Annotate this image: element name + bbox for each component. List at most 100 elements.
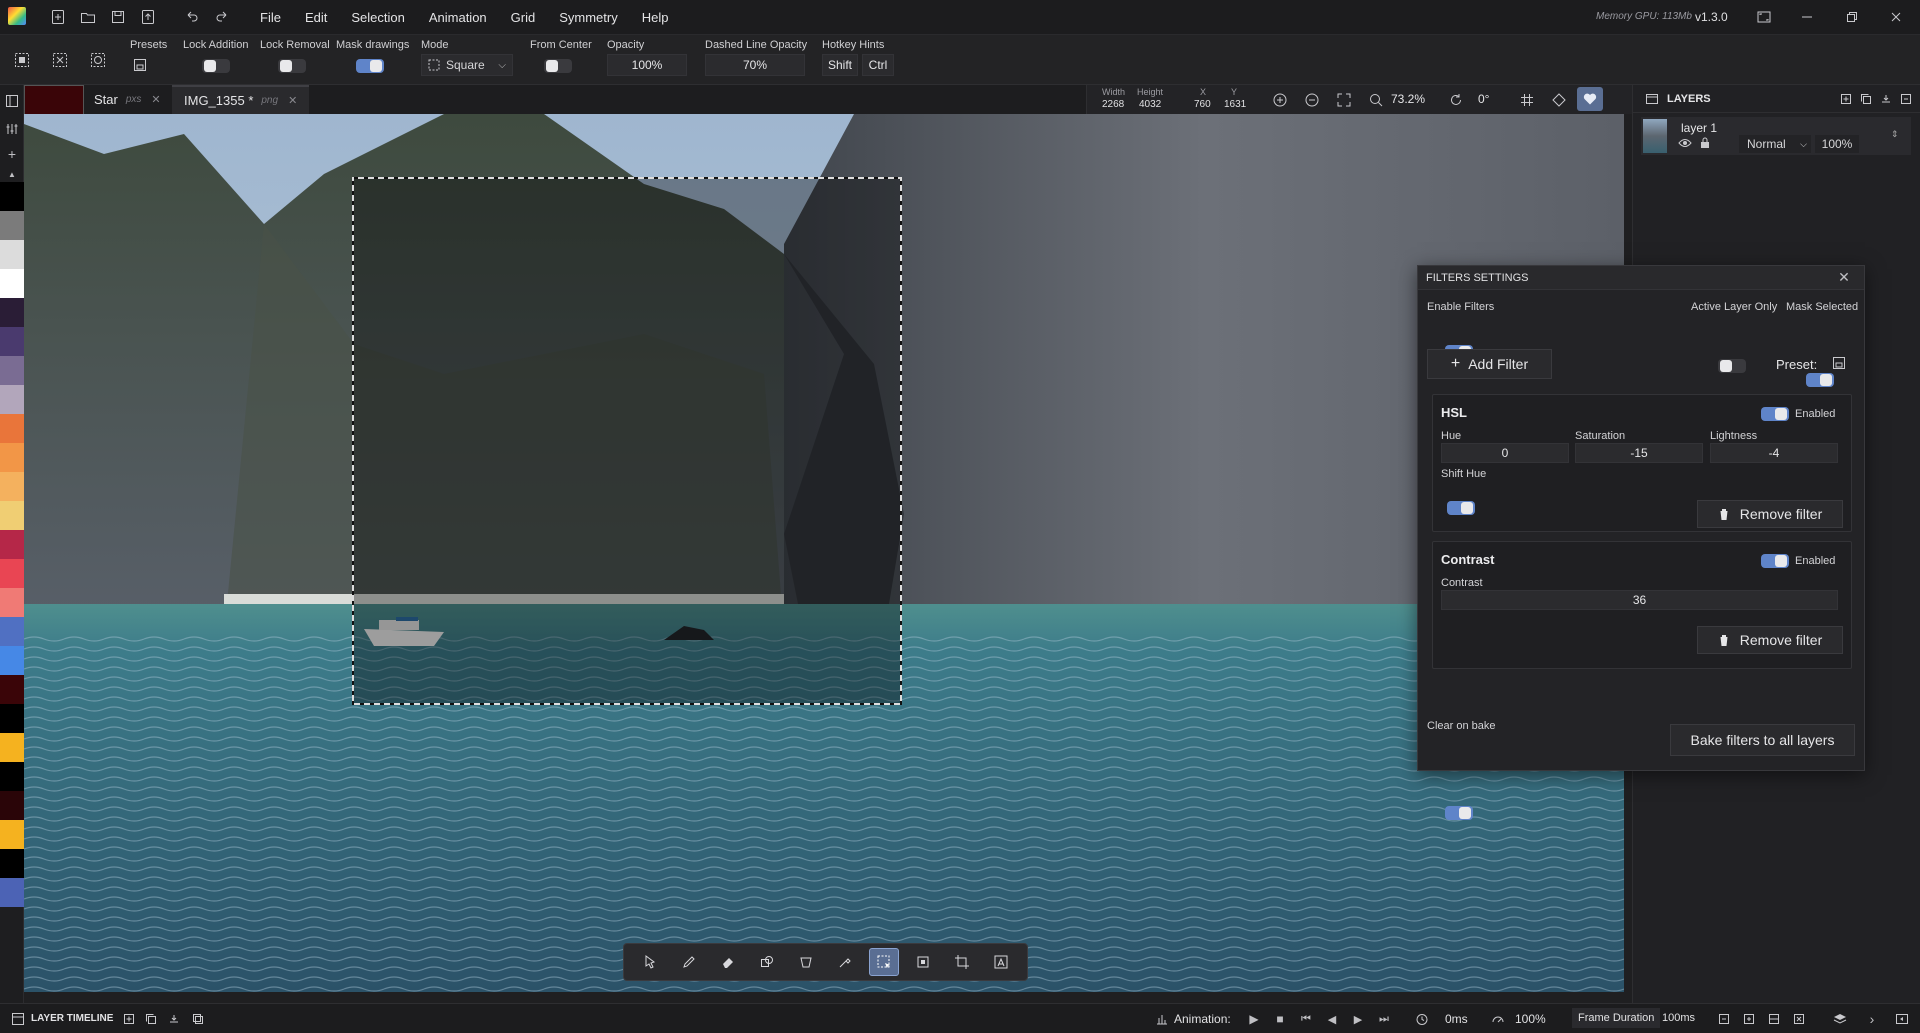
close-tab-icon[interactable]: ✕ bbox=[151, 93, 160, 106]
active-layer-only-toggle[interactable] bbox=[1718, 359, 1746, 373]
rotate-icon[interactable] bbox=[1444, 88, 1468, 112]
color-swatch[interactable] bbox=[0, 472, 24, 501]
dashed-opacity-input[interactable]: 70% bbox=[705, 54, 805, 76]
lightness-input[interactable]: -4 bbox=[1710, 443, 1838, 463]
export-icon[interactable] bbox=[136, 5, 160, 29]
contrast-remove-filter-button[interactable]: Remove filter bbox=[1697, 626, 1843, 654]
fill-bucket-tool-icon[interactable] bbox=[791, 948, 821, 976]
color-swatch[interactable] bbox=[0, 762, 24, 791]
panel-toggle-icon[interactable] bbox=[0, 91, 24, 111]
menu-symmetry[interactable]: Symmetry bbox=[547, 0, 630, 35]
eye-icon[interactable] bbox=[1677, 135, 1693, 151]
magnifier-icon[interactable] bbox=[1364, 88, 1388, 112]
menu-grid[interactable]: Grid bbox=[499, 0, 548, 35]
bake-filters-button[interactable]: Bake filters to all layers bbox=[1670, 724, 1855, 756]
lock-addition-toggle[interactable] bbox=[202, 59, 230, 73]
stop-icon[interactable]: ■ bbox=[1268, 1007, 1292, 1031]
shape-tool-icon[interactable] bbox=[752, 948, 782, 976]
from-center-toggle[interactable] bbox=[544, 59, 572, 73]
opacity-input[interactable]: 100% bbox=[607, 54, 687, 76]
restore-icon[interactable] bbox=[1840, 5, 1864, 29]
color-swatch[interactable] bbox=[0, 501, 24, 530]
clear-on-bake-toggle[interactable] bbox=[1445, 806, 1473, 820]
new-file-icon[interactable] bbox=[46, 5, 70, 29]
symmetry-icon[interactable] bbox=[1547, 88, 1571, 112]
color-swatch[interactable] bbox=[0, 327, 24, 356]
prev-frame-icon[interactable]: ◀ bbox=[1320, 1007, 1344, 1031]
play-icon[interactable]: ▶ bbox=[1242, 1007, 1266, 1031]
deselect-icon[interactable] bbox=[48, 48, 72, 72]
layer-drag-handle-icon[interactable]: ⇕ bbox=[1891, 129, 1899, 140]
duplicate-frame-icon[interactable] bbox=[139, 1007, 163, 1031]
onion-prev-icon[interactable] bbox=[1712, 1007, 1736, 1031]
crop-tool-icon[interactable] bbox=[947, 948, 977, 976]
loop-icon[interactable] bbox=[1762, 1007, 1786, 1031]
preset-save-icon[interactable] bbox=[1829, 353, 1849, 373]
frame-options-icon[interactable] bbox=[186, 1007, 210, 1031]
layers-stack-icon[interactable] bbox=[1828, 1007, 1852, 1031]
zoom-out-icon[interactable] bbox=[1300, 88, 1324, 112]
close-icon[interactable]: ✕ bbox=[1832, 266, 1856, 290]
blend-mode-select[interactable]: Normal ⌵ bbox=[1739, 135, 1811, 153]
canvas-area[interactable] bbox=[24, 114, 1624, 992]
hsl-remove-filter-button[interactable]: Remove filter bbox=[1697, 500, 1843, 528]
minimize-icon[interactable] bbox=[1795, 5, 1819, 29]
lock-removal-toggle[interactable] bbox=[278, 59, 306, 73]
tab-star[interactable]: Star pxs ✕ bbox=[94, 85, 161, 114]
redo-icon[interactable] bbox=[210, 5, 234, 29]
hotkey-ctrl[interactable]: Ctrl bbox=[862, 54, 894, 76]
tab-img-1355[interactable]: IMG_1355 * png ✕ bbox=[172, 85, 310, 114]
open-folder-icon[interactable] bbox=[76, 5, 100, 29]
color-swatch[interactable] bbox=[0, 559, 24, 588]
color-swatch[interactable] bbox=[0, 820, 24, 849]
close-window-icon[interactable] bbox=[1884, 5, 1908, 29]
time-value[interactable]: 0ms bbox=[1445, 1012, 1468, 1026]
layer-opacity-input[interactable]: 100% bbox=[1815, 135, 1859, 153]
transform-tool-icon[interactable] bbox=[908, 948, 938, 976]
color-swatch[interactable] bbox=[0, 878, 24, 907]
add-frame-icon[interactable] bbox=[117, 1007, 141, 1031]
next-frame-icon[interactable]: ▶ bbox=[1346, 1007, 1370, 1031]
timeline-panel-icon[interactable] bbox=[6, 1007, 30, 1031]
shift-hue-toggle[interactable] bbox=[1447, 501, 1475, 515]
invert-selection-icon[interactable] bbox=[86, 48, 110, 72]
color-swatch[interactable] bbox=[0, 298, 24, 327]
speed-value[interactable]: 100% bbox=[1515, 1012, 1546, 1026]
menu-help[interactable]: Help bbox=[630, 0, 681, 35]
rotation-value[interactable]: 0° bbox=[1478, 92, 1489, 106]
undo-icon[interactable] bbox=[180, 5, 204, 29]
add-swatch-icon[interactable]: + bbox=[0, 146, 24, 162]
fit-screen-icon[interactable] bbox=[1332, 88, 1356, 112]
zoom-in-icon[interactable] bbox=[1268, 88, 1292, 112]
color-swatch[interactable] bbox=[0, 385, 24, 414]
color-swatch[interactable] bbox=[0, 211, 24, 240]
duplicate-layer-icon[interactable] bbox=[1856, 87, 1876, 111]
hue-input[interactable]: 0 bbox=[1441, 443, 1569, 463]
close-tab-icon[interactable]: ✕ bbox=[288, 94, 297, 107]
contrast-enabled-toggle[interactable] bbox=[1761, 554, 1789, 568]
collapse-timeline-icon[interactable] bbox=[1890, 1007, 1914, 1031]
chevron-right-icon[interactable]: › bbox=[1860, 1007, 1884, 1031]
mask-drawings-toggle[interactable] bbox=[356, 59, 384, 73]
adjustments-icon[interactable] bbox=[0, 119, 24, 139]
rect-select-tool-icon[interactable] bbox=[869, 948, 900, 976]
pencil-tool-icon[interactable] bbox=[674, 948, 704, 976]
color-swatch[interactable] bbox=[0, 733, 24, 762]
color-swatch[interactable] bbox=[0, 240, 24, 269]
zoom-value[interactable]: 73.2% bbox=[1391, 92, 1425, 106]
mask-selected-toggle[interactable] bbox=[1806, 373, 1834, 387]
save-icon[interactable] bbox=[106, 5, 130, 29]
hsl-enabled-toggle[interactable] bbox=[1761, 407, 1789, 421]
color-swatch[interactable] bbox=[0, 356, 24, 385]
add-filter-button[interactable]: + Add Filter bbox=[1427, 349, 1552, 379]
color-swatch[interactable] bbox=[0, 182, 24, 211]
color-swatch[interactable] bbox=[0, 704, 24, 733]
color-swatch[interactable] bbox=[0, 849, 24, 878]
first-frame-icon[interactable]: ⏮ bbox=[1294, 1007, 1318, 1031]
menu-animation[interactable]: Animation bbox=[417, 0, 499, 35]
presets-save-icon[interactable] bbox=[128, 53, 152, 77]
select-all-icon[interactable] bbox=[10, 48, 34, 72]
move-tool-icon[interactable] bbox=[635, 948, 665, 976]
color-swatch[interactable] bbox=[0, 791, 24, 820]
merge-frame-icon[interactable] bbox=[162, 1007, 186, 1031]
